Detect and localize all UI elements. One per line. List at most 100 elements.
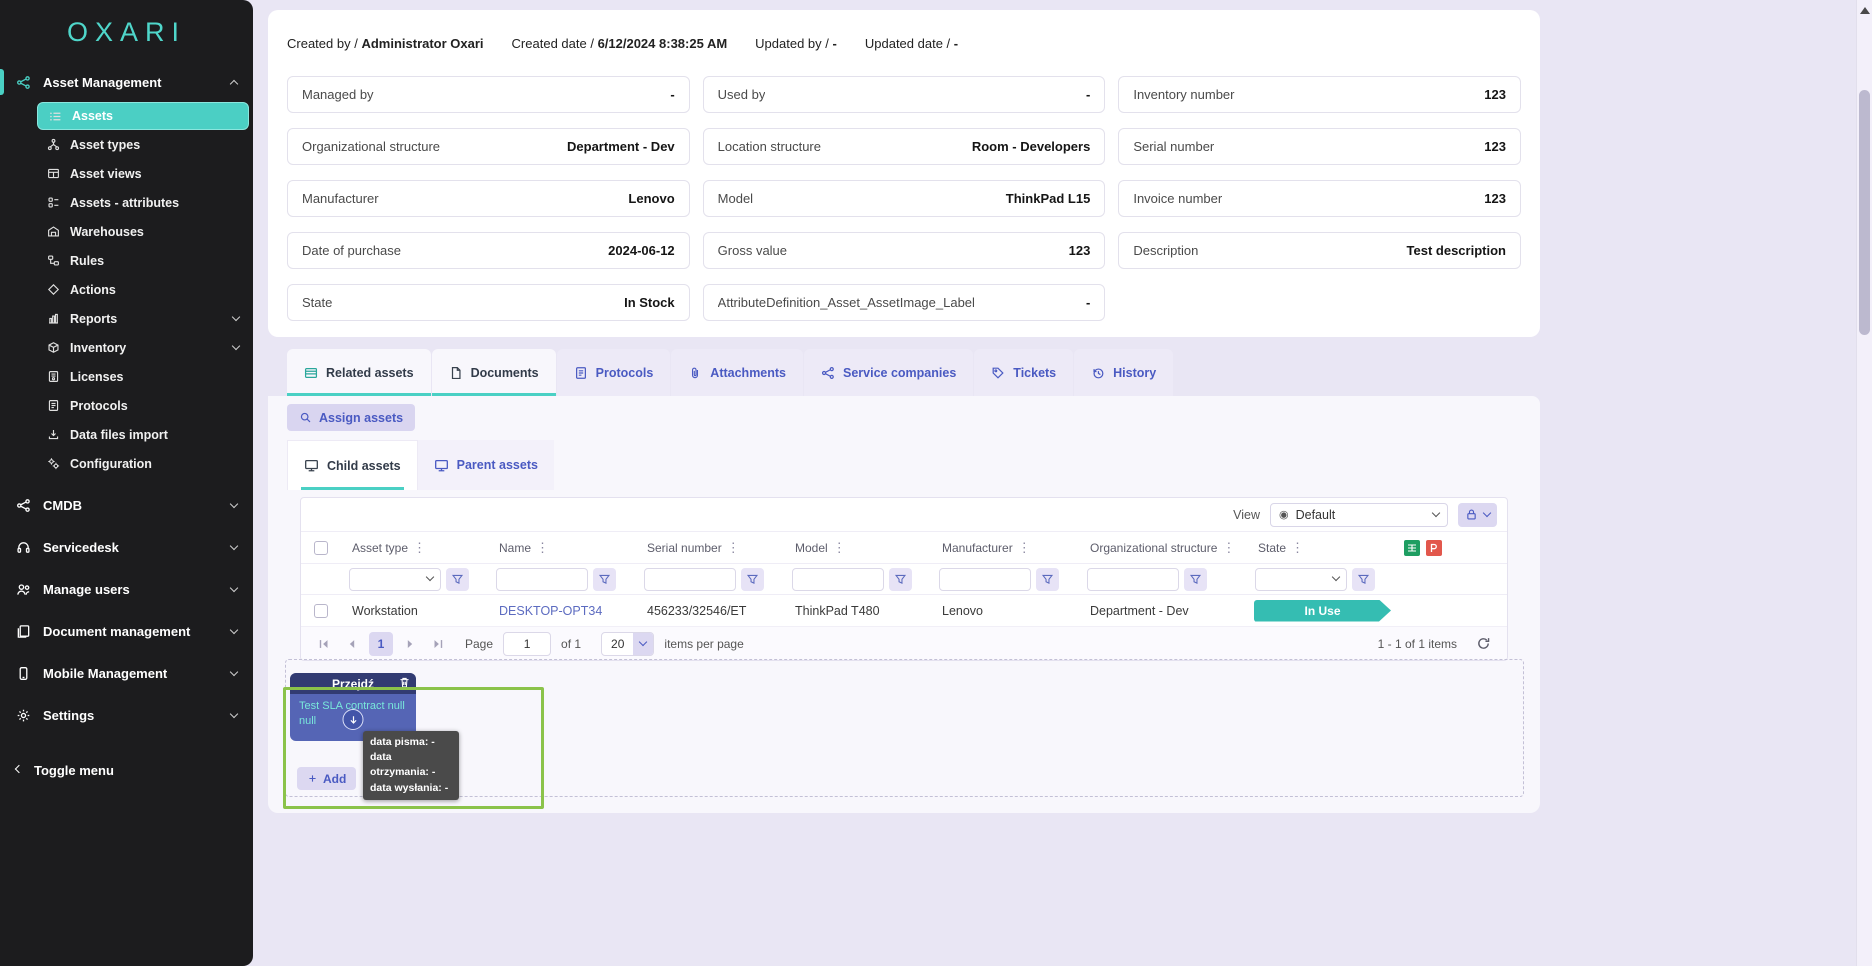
filter-organizational-structure-button[interactable] bbox=[1184, 568, 1207, 591]
add-document-button[interactable]: Add bbox=[297, 767, 356, 790]
scrollbar-thumb[interactable] bbox=[1859, 90, 1870, 335]
document-tooltip: data pisma: - data otrzymania: - data wy… bbox=[363, 731, 459, 800]
sidebar-item-licenses[interactable]: Licenses bbox=[0, 362, 253, 391]
filter-manufacturer-button[interactable] bbox=[1036, 568, 1059, 591]
sidebar-item-inventory[interactable]: Inventory bbox=[0, 333, 253, 362]
documents-drop-area[interactable]: Przejdź Test SLA contract null null data… bbox=[285, 659, 1524, 797]
refresh-button[interactable] bbox=[1471, 632, 1495, 656]
filter-model-input[interactable] bbox=[792, 568, 884, 591]
page-input[interactable] bbox=[503, 632, 551, 656]
sidebar-item-data-files-import[interactable]: Data files import bbox=[0, 420, 253, 449]
sidebar-item-label: Asset Management bbox=[43, 75, 161, 90]
tab-attachments[interactable]: Attachments bbox=[671, 349, 803, 396]
vertical-scrollbar[interactable] bbox=[1856, 0, 1872, 966]
last-page-button[interactable] bbox=[427, 633, 449, 655]
field-manufacturer[interactable]: ManufacturerLenovo bbox=[287, 180, 690, 217]
filter-state-button[interactable] bbox=[1352, 568, 1375, 591]
toggle-menu-button[interactable]: Toggle menu bbox=[0, 752, 253, 788]
sidebar-item-cmdb[interactable]: CMDB bbox=[0, 484, 253, 526]
select-all-checkbox[interactable] bbox=[314, 541, 328, 555]
sidebar-item-reports[interactable]: Reports bbox=[0, 304, 253, 333]
export-pdf-icon[interactable] bbox=[1426, 540, 1442, 556]
scroll-up-arrow[interactable] bbox=[1860, 5, 1870, 17]
tab-documents[interactable]: Documents bbox=[432, 349, 556, 396]
sidebar-item-assets[interactable]: Assets bbox=[37, 102, 249, 130]
sidebar-item-asset-management[interactable]: Asset Management bbox=[0, 64, 253, 100]
field-gross-value[interactable]: Gross value123 bbox=[703, 232, 1106, 269]
filter-name-button[interactable] bbox=[593, 568, 616, 591]
sidebar-item-configuration[interactable]: Configuration bbox=[0, 449, 253, 478]
sidebar-item-asset-views[interactable]: Asset views bbox=[0, 159, 253, 188]
current-page-button[interactable]: 1 bbox=[369, 632, 393, 656]
sidebar-item-asset-types[interactable]: Asset types bbox=[0, 130, 253, 159]
field-managed-by[interactable]: Managed by- bbox=[287, 76, 690, 113]
filter-asset-type-input[interactable] bbox=[349, 568, 441, 591]
filter-manufacturer-input[interactable] bbox=[939, 568, 1031, 591]
previous-page-button[interactable] bbox=[341, 633, 363, 655]
sidebar-item-document-management[interactable]: Document management bbox=[0, 610, 253, 652]
column-menu-icon[interactable]: ⋮ bbox=[833, 541, 846, 554]
field-organizational-structure[interactable]: Organizational structureDepartment - Dev bbox=[287, 128, 690, 165]
filter-state-input[interactable] bbox=[1255, 568, 1347, 591]
filter-name-input[interactable] bbox=[496, 568, 588, 591]
sidebar-item-servicedesk[interactable]: Servicedesk bbox=[0, 526, 253, 568]
column-menu-icon[interactable]: ⋮ bbox=[1222, 541, 1235, 554]
tooltip-line: data wysłania: - bbox=[370, 781, 452, 796]
field-serial-number[interactable]: Serial number123 bbox=[1118, 128, 1521, 165]
tab-tickets[interactable]: Tickets bbox=[974, 349, 1073, 396]
column-menu-icon[interactable]: ⋮ bbox=[1291, 541, 1304, 554]
tab-service-companies[interactable]: Service companies bbox=[804, 349, 973, 396]
sidebar-item-actions[interactable]: Actions bbox=[0, 275, 253, 304]
field-location-structure[interactable]: Location structureRoom - Developers bbox=[703, 128, 1106, 165]
sidebar-item-assets-attributes[interactable]: Assets - attributes bbox=[0, 188, 253, 217]
assign-assets-button[interactable]: Assign assets bbox=[287, 404, 415, 431]
view-select[interactable]: ◉ Default bbox=[1270, 503, 1448, 527]
tab-protocols[interactable]: Protocols bbox=[557, 349, 671, 396]
trash-icon[interactable] bbox=[398, 676, 411, 689]
subtab-child-assets[interactable]: Child assets bbox=[287, 440, 418, 490]
filter-serial-number-button[interactable] bbox=[741, 568, 764, 591]
download-document-button[interactable] bbox=[343, 709, 364, 730]
lock-view-button[interactable] bbox=[1458, 503, 1497, 527]
filter-serial-number-input[interactable] bbox=[644, 568, 736, 591]
tab-history[interactable]: History bbox=[1074, 349, 1173, 396]
tab-related-assets[interactable]: Related assets bbox=[287, 349, 431, 396]
field-description[interactable]: DescriptionTest description bbox=[1118, 232, 1521, 269]
sidebar-item-warehouses[interactable]: Warehouses bbox=[0, 217, 253, 246]
field-state[interactable]: StateIn Stock bbox=[287, 284, 690, 321]
related-assets-icon bbox=[304, 366, 318, 380]
first-page-button[interactable] bbox=[313, 633, 335, 655]
asset-name-link[interactable]: DESKTOP-OPT34 bbox=[499, 604, 602, 618]
column-menu-icon[interactable]: ⋮ bbox=[413, 541, 426, 554]
table-row[interactable]: Workstation DESKTOP-OPT34 456233/32546/E… bbox=[301, 595, 1507, 627]
sidebar-item-manage-users[interactable]: Manage users bbox=[0, 568, 253, 610]
column-menu-icon[interactable]: ⋮ bbox=[727, 541, 740, 554]
filter-asset-type-button[interactable] bbox=[446, 568, 469, 591]
column-menu-icon[interactable]: ⋮ bbox=[536, 541, 549, 554]
sidebar-item-protocols[interactable]: Protocols bbox=[0, 391, 253, 420]
filter-model-button[interactable] bbox=[889, 568, 912, 591]
subtab-parent-assets[interactable]: Parent assets bbox=[418, 440, 554, 490]
history-icon bbox=[1091, 366, 1105, 380]
servicedesk-icon bbox=[16, 540, 31, 555]
cell-organizational-structure: Department - Dev bbox=[1079, 604, 1247, 618]
next-page-button[interactable] bbox=[399, 633, 421, 655]
field-model[interactable]: ModelThinkPad L15 bbox=[703, 180, 1106, 217]
field-inventory-number[interactable]: Inventory number123 bbox=[1118, 76, 1521, 113]
sidebar-item-rules[interactable]: Rules bbox=[0, 246, 253, 275]
export-excel-icon[interactable] bbox=[1404, 540, 1420, 556]
sidebar-item-settings[interactable]: Settings bbox=[0, 694, 253, 736]
page-size-select[interactable]: 20 bbox=[601, 632, 654, 656]
field-used-by[interactable]: Used by- bbox=[703, 76, 1106, 113]
document-card-action[interactable]: Przejdź bbox=[290, 673, 416, 694]
field-asset-image[interactable]: AttributeDefinition_Asset_AssetImage_Lab… bbox=[703, 284, 1106, 321]
sidebar-item-label: Settings bbox=[43, 708, 94, 723]
row-checkbox[interactable] bbox=[314, 604, 328, 618]
sidebar-item-label: Assets bbox=[72, 109, 113, 123]
field-invoice-number[interactable]: Invoice number123 bbox=[1118, 180, 1521, 217]
column-menu-icon[interactable]: ⋮ bbox=[1018, 541, 1031, 554]
field-date-of-purchase[interactable]: Date of purchase2024-06-12 bbox=[287, 232, 690, 269]
pagination-bar: 1 Page of 1 20 items per page 1 - 1 of 1… bbox=[301, 627, 1507, 660]
filter-organizational-structure-input[interactable] bbox=[1087, 568, 1179, 591]
sidebar-item-mobile-management[interactable]: Mobile Management bbox=[0, 652, 253, 694]
